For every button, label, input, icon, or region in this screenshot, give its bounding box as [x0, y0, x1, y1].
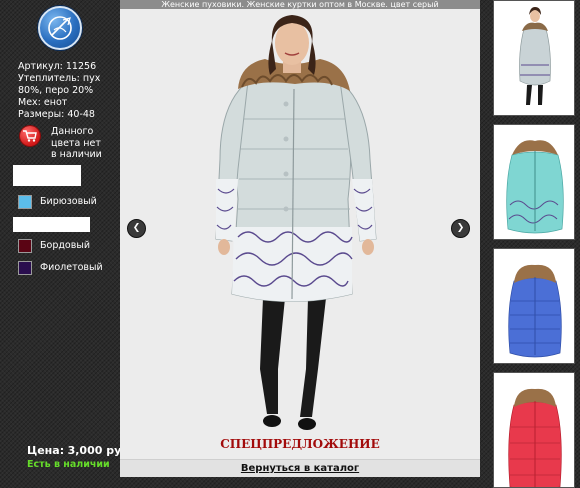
- price: Цена: 3,000 руб.: [27, 444, 133, 457]
- logo-emblem-icon: [48, 16, 72, 40]
- back-to-catalog-link[interactable]: Вернуться в каталог: [120, 463, 480, 474]
- turquoise-coat-thumbnail-icon: [506, 140, 564, 234]
- brand-logo[interactable]: [38, 6, 82, 50]
- color-swatch: [18, 261, 32, 275]
- color-swatch: [18, 195, 32, 209]
- size-range: Размеры: 40-48: [18, 109, 95, 120]
- red-coat-thumbnail-icon: [508, 388, 562, 487]
- availability-notice: Данного цвета нет в наличии: [18, 125, 118, 161]
- availability-line1: Данного: [51, 126, 94, 137]
- special-offer-label: СПЕЦПРЕДЛОЖЕНИЕ: [220, 437, 380, 451]
- chevron-right-icon: ❯: [456, 223, 465, 233]
- size-selector-box[interactable]: [13, 165, 81, 186]
- thumbnail-red[interactable]: [493, 372, 575, 488]
- color-label: Бордовый: [40, 240, 91, 251]
- color-separator-box[interactable]: [13, 217, 90, 232]
- product-image-viewer: Женские пуховики. Женские куртки оптом в…: [120, 0, 480, 477]
- availability-line2: цвета нет: [51, 137, 101, 149]
- product-sidebar: Артикул: 11256 Утеплитель: пух 80%, перо…: [0, 0, 133, 488]
- cart-icon[interactable]: [20, 126, 40, 146]
- product-photo[interactable]: [120, 9, 480, 459]
- price-label: Цена:: [27, 444, 65, 457]
- thumbnail-gray[interactable]: [493, 0, 575, 116]
- previous-image-button[interactable]: ❮: [127, 219, 146, 238]
- product-specs: Артикул: 11256 Утеплитель: пух 80%, перо…: [18, 61, 118, 121]
- chevron-left-icon: ❮: [132, 223, 141, 233]
- color-label: Бирюзовый: [40, 196, 97, 207]
- insulation-line1: Утеплитель: пух: [18, 73, 101, 84]
- thumbnail-strip: [493, 0, 575, 488]
- viewer-title: Женские пуховики. Женские куртки оптом в…: [120, 0, 480, 9]
- color-label: Фиолетовый: [40, 262, 103, 273]
- back-bar: Вернуться в каталог: [120, 459, 480, 477]
- gray-coat-thumbnail-icon: [519, 7, 551, 105]
- insulation-line2: 80%, перо 20%: [18, 85, 94, 96]
- availability-text: Данного цвета нет в наличии: [51, 126, 117, 161]
- stock-status: Есть в наличии: [27, 459, 110, 470]
- color-swatch: [18, 239, 32, 253]
- blue-coat-thumbnail-icon: [508, 264, 562, 358]
- next-image-button[interactable]: ❯: [451, 219, 470, 238]
- fur-type: Мех: енот: [18, 97, 68, 108]
- availability-line3: в наличии: [51, 149, 102, 160]
- thumbnail-turquoise[interactable]: [493, 124, 575, 240]
- thumbnail-blue[interactable]: [493, 248, 575, 364]
- article-number: Артикул: 11256: [18, 61, 97, 72]
